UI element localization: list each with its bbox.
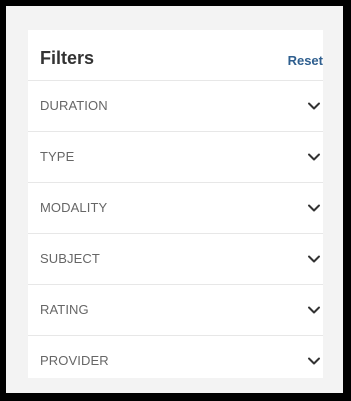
filter-section-duration[interactable]: DURATION [28,81,323,132]
filter-section-label: SUBJECT [40,251,100,266]
filter-section-label: PROVIDER [40,353,109,368]
filter-section-label: MODALITY [40,200,108,215]
filter-section-rating[interactable]: RATING [28,285,323,336]
chevron-down-icon [308,306,320,314]
filters-panel: Filters Reset DURATION TYPE MODALITY SUB… [28,30,323,378]
filter-section-provider[interactable]: PROVIDER [28,336,323,387]
chevron-down-icon [308,204,320,212]
filter-section-type[interactable]: TYPE [28,132,323,183]
filter-section-subject[interactable]: SUBJECT [28,234,323,285]
chevron-down-icon [308,102,320,110]
filter-section-label: DURATION [40,98,108,113]
reset-button[interactable]: Reset [288,53,323,69]
filters-header: Filters Reset [28,30,323,81]
chevron-down-icon [308,255,320,263]
chevron-down-icon [308,357,320,365]
filters-title: Filters [40,48,95,68]
filter-section-label: TYPE [40,149,75,164]
filter-section-label: RATING [40,302,89,317]
screen-frame: Filters Reset DURATION TYPE MODALITY SUB… [6,6,343,393]
chevron-down-icon [308,153,320,161]
filter-section-modality[interactable]: MODALITY [28,183,323,234]
